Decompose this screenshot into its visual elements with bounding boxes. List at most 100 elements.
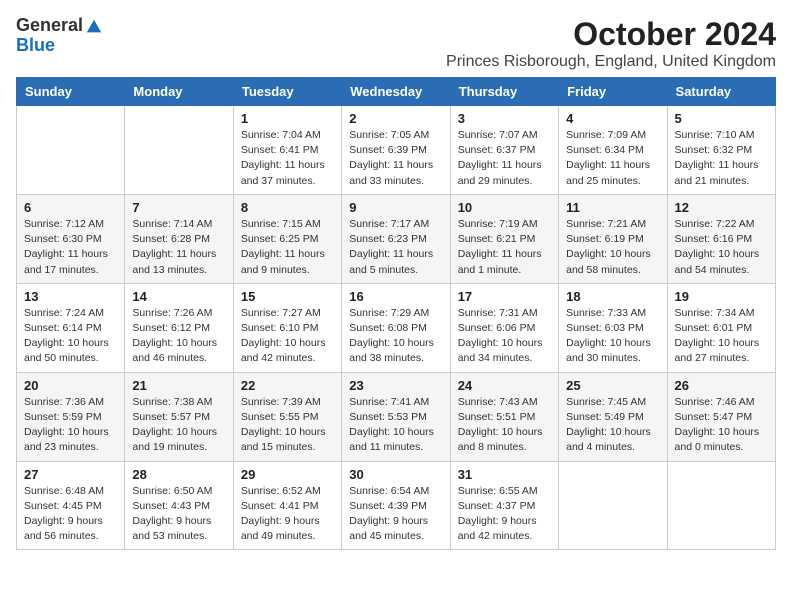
weekday-header: Monday	[125, 78, 233, 106]
day-info: Sunrise: 7:34 AMSunset: 6:01 PMDaylight:…	[675, 306, 768, 367]
day-info: Sunrise: 7:36 AMSunset: 5:59 PMDaylight:…	[24, 395, 117, 456]
day-info: Sunrise: 7:09 AMSunset: 6:34 PMDaylight:…	[566, 128, 659, 189]
day-info: Sunrise: 6:50 AMSunset: 4:43 PMDaylight:…	[132, 484, 225, 545]
day-number: 31	[458, 467, 551, 482]
day-number: 13	[24, 289, 117, 304]
day-info: Sunrise: 6:55 AMSunset: 4:37 PMDaylight:…	[458, 484, 551, 545]
calendar-cell: 30 Sunrise: 6:54 AMSunset: 4:39 PMDayligh…	[342, 461, 450, 550]
day-info: Sunrise: 6:54 AMSunset: 4:39 PMDaylight:…	[349, 484, 442, 545]
calendar-cell: 19Sunrise: 7:34 AMSunset: 6:01 PMDayligh…	[667, 283, 775, 372]
month-title: October 2024	[446, 16, 776, 53]
day-number: 18	[566, 289, 659, 304]
day-info: Sunrise: 7:39 AMSunset: 5:55 PMDaylight:…	[241, 395, 334, 456]
day-info: Sunrise: 7:12 AMSunset: 6:30 PMDaylight:…	[24, 217, 117, 278]
day-number: 29	[241, 467, 334, 482]
header: General Blue October 2024 Princes Risbor…	[16, 16, 776, 71]
day-info: Sunrise: 7:14 AMSunset: 6:28 PMDaylight:…	[132, 217, 225, 278]
day-number: 12	[675, 200, 768, 215]
calendar-cell: 25Sunrise: 7:45 AMSunset: 5:49 PMDayligh…	[559, 372, 667, 461]
calendar-table: SundayMondayTuesdayWednesdayThursdayFrid…	[16, 77, 776, 550]
day-info: Sunrise: 7:05 AMSunset: 6:39 PMDaylight:…	[349, 128, 442, 189]
day-info: Sunrise: 7:04 AMSunset: 6:41 PMDaylight:…	[241, 128, 334, 189]
calendar-cell: 2 Sunrise: 7:05 AMSunset: 6:39 PMDaylight…	[342, 106, 450, 195]
calendar-cell: 10 Sunrise: 7:19 AMSunset: 6:21 PMDayligh…	[450, 194, 558, 283]
calendar-cell: 23 Sunrise: 7:41 AMSunset: 5:53 PMDayligh…	[342, 372, 450, 461]
calendar-week-row: 20 Sunrise: 7:36 AMSunset: 5:59 PMDayligh…	[17, 372, 776, 461]
day-info: Sunrise: 7:46 AMSunset: 5:47 PMDaylight:…	[675, 395, 768, 456]
calendar-cell: 5Sunrise: 7:10 AMSunset: 6:32 PMDaylight…	[667, 106, 775, 195]
calendar-cell: 12 Sunrise: 7:22 AMSunset: 6:16 PMDayligh…	[667, 194, 775, 283]
calendar-week-row: 13 Sunrise: 7:24 AMSunset: 6:14 PMDayligh…	[17, 283, 776, 372]
weekday-header-row: SundayMondayTuesdayWednesdayThursdayFrid…	[17, 78, 776, 106]
day-number: 3	[458, 111, 551, 126]
day-number: 6	[24, 200, 117, 215]
day-info: Sunrise: 7:19 AMSunset: 6:21 PMDaylight:…	[458, 217, 551, 278]
logo-text: General	[16, 16, 103, 36]
day-number: 15	[241, 289, 334, 304]
calendar-cell: 17Sunrise: 7:31 AMSunset: 6:06 PMDayligh…	[450, 283, 558, 372]
day-number: 7	[132, 200, 225, 215]
calendar-cell: 27Sunrise: 6:48 AMSunset: 4:45 PMDayligh…	[17, 461, 125, 550]
calendar-week-row: 6 Sunrise: 7:12 AMSunset: 6:30 PMDaylight…	[17, 194, 776, 283]
calendar-cell: 7 Sunrise: 7:14 AMSunset: 6:28 PMDaylight…	[125, 194, 233, 283]
calendar-cell: 24Sunrise: 7:43 AMSunset: 5:51 PMDayligh…	[450, 372, 558, 461]
calendar-cell	[125, 106, 233, 195]
calendar-cell: 11 Sunrise: 7:21 AMSunset: 6:19 PMDayligh…	[559, 194, 667, 283]
logo-general: General	[16, 15, 83, 35]
day-info: Sunrise: 7:17 AMSunset: 6:23 PMDaylight:…	[349, 217, 442, 278]
day-number: 1	[241, 111, 334, 126]
location-title: Princes Risborough, England, United King…	[446, 53, 776, 71]
day-number: 23	[349, 378, 442, 393]
calendar-cell: 31 Sunrise: 6:55 AMSunset: 4:37 PMDayligh…	[450, 461, 558, 550]
weekday-header: Friday	[559, 78, 667, 106]
weekday-header: Sunday	[17, 78, 125, 106]
day-info: Sunrise: 7:15 AMSunset: 6:25 PMDaylight:…	[241, 217, 334, 278]
day-number: 27	[24, 467, 117, 482]
calendar-cell: 1 Sunrise: 7:04 AMSunset: 6:41 PMDaylight…	[233, 106, 341, 195]
calendar-week-row: 27Sunrise: 6:48 AMSunset: 4:45 PMDayligh…	[17, 461, 776, 550]
day-number: 14	[132, 289, 225, 304]
calendar-cell	[667, 461, 775, 550]
day-number: 16	[349, 289, 442, 304]
day-number: 11	[566, 200, 659, 215]
day-info: Sunrise: 7:24 AMSunset: 6:14 PMDaylight:…	[24, 306, 117, 367]
calendar-cell	[17, 106, 125, 195]
day-number: 21	[132, 378, 225, 393]
calendar-cell: 21Sunrise: 7:38 AMSunset: 5:57 PMDayligh…	[125, 372, 233, 461]
day-info: Sunrise: 7:41 AMSunset: 5:53 PMDaylight:…	[349, 395, 442, 456]
day-number: 8	[241, 200, 334, 215]
calendar-week-row: 1 Sunrise: 7:04 AMSunset: 6:41 PMDaylight…	[17, 106, 776, 195]
day-number: 20	[24, 378, 117, 393]
day-number: 10	[458, 200, 551, 215]
weekday-header: Saturday	[667, 78, 775, 106]
calendar-cell: 6 Sunrise: 7:12 AMSunset: 6:30 PMDaylight…	[17, 194, 125, 283]
day-info: Sunrise: 7:22 AMSunset: 6:16 PMDaylight:…	[675, 217, 768, 278]
calendar-cell: 14 Sunrise: 7:26 AMSunset: 6:12 PMDayligh…	[125, 283, 233, 372]
day-number: 28	[132, 467, 225, 482]
weekday-header: Thursday	[450, 78, 558, 106]
calendar-cell	[559, 461, 667, 550]
logo: General Blue	[16, 16, 103, 56]
day-number: 24	[458, 378, 551, 393]
day-number: 4	[566, 111, 659, 126]
day-number: 9	[349, 200, 442, 215]
day-number: 2	[349, 111, 442, 126]
calendar-cell: 13 Sunrise: 7:24 AMSunset: 6:14 PMDayligh…	[17, 283, 125, 372]
calendar-cell: 3Sunrise: 7:07 AMSunset: 6:37 PMDaylight…	[450, 106, 558, 195]
day-info: Sunrise: 7:27 AMSunset: 6:10 PMDaylight:…	[241, 306, 334, 367]
calendar-cell: 20 Sunrise: 7:36 AMSunset: 5:59 PMDayligh…	[17, 372, 125, 461]
calendar-cell: 9 Sunrise: 7:17 AMSunset: 6:23 PMDaylight…	[342, 194, 450, 283]
weekday-header: Tuesday	[233, 78, 341, 106]
day-info: Sunrise: 7:31 AMSunset: 6:06 PMDaylight:…	[458, 306, 551, 367]
calendar-cell: 26Sunrise: 7:46 AMSunset: 5:47 PMDayligh…	[667, 372, 775, 461]
logo-icon	[85, 18, 103, 36]
day-info: Sunrise: 7:10 AMSunset: 6:32 PMDaylight:…	[675, 128, 768, 189]
day-info: Sunrise: 7:33 AMSunset: 6:03 PMDaylight:…	[566, 306, 659, 367]
calendar-cell: 28 Sunrise: 6:50 AMSunset: 4:43 PMDayligh…	[125, 461, 233, 550]
day-info: Sunrise: 7:26 AMSunset: 6:12 PMDaylight:…	[132, 306, 225, 367]
day-info: Sunrise: 7:21 AMSunset: 6:19 PMDaylight:…	[566, 217, 659, 278]
day-info: Sunrise: 7:29 AMSunset: 6:08 PMDaylight:…	[349, 306, 442, 367]
calendar-cell: 22Sunrise: 7:39 AMSunset: 5:55 PMDayligh…	[233, 372, 341, 461]
day-info: Sunrise: 7:45 AMSunset: 5:49 PMDaylight:…	[566, 395, 659, 456]
day-number: 30	[349, 467, 442, 482]
